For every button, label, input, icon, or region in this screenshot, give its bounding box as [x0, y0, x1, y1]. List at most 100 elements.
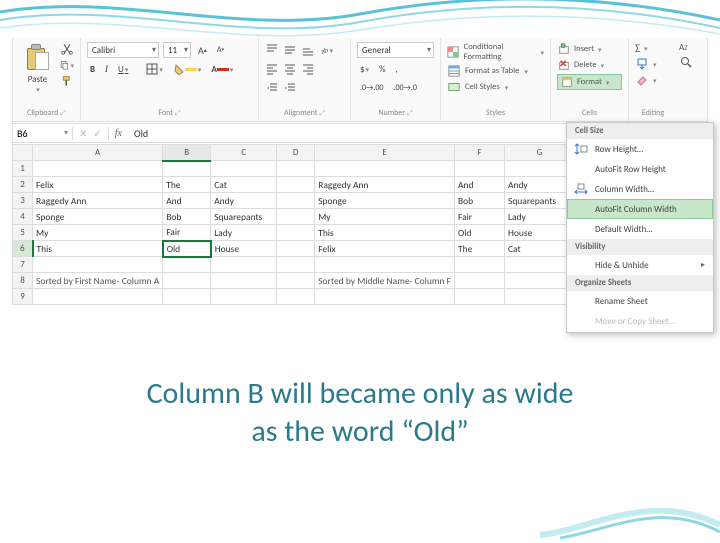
cell[interactable]	[504, 273, 574, 289]
cell[interactable]: Cat	[211, 177, 277, 193]
cell[interactable]	[277, 273, 315, 289]
cell[interactable]	[163, 273, 211, 289]
fx-label[interactable]: fx	[109, 128, 128, 139]
find-select-button[interactable]	[679, 55, 705, 69]
cell[interactable]: Lady	[211, 225, 277, 241]
row-header-8[interactable]: 8	[13, 273, 33, 289]
cell[interactable]	[33, 289, 163, 305]
format-painter-button[interactable]	[60, 74, 74, 88]
paste-button[interactable]: Paste ▾	[19, 42, 56, 94]
orientation-button[interactable]: ab▾	[319, 43, 333, 57]
align-middle-button[interactable]	[283, 43, 297, 57]
cell[interactable]	[33, 161, 163, 177]
cell[interactable]: Andy	[504, 177, 574, 193]
cell[interactable]: Cat	[504, 241, 574, 257]
italic-button[interactable]: I	[102, 62, 111, 76]
menu-item-column-width[interactable]: Column Width…	[567, 179, 713, 199]
column-header-A[interactable]: A	[33, 145, 163, 161]
autosum-button[interactable]: Σ▾	[635, 42, 671, 55]
row-header-6[interactable]: 6	[13, 241, 33, 257]
menu-item-row-height[interactable]: Row Height…	[567, 139, 713, 159]
font-color-button[interactable]: A▾	[208, 62, 236, 76]
cell[interactable]	[163, 289, 211, 305]
decrease-indent-button[interactable]	[265, 81, 279, 95]
cell[interactable]: House	[504, 225, 574, 241]
clear-button[interactable]: ▾	[635, 73, 671, 87]
align-center-button[interactable]	[283, 62, 297, 76]
row-header-3[interactable]: 3	[13, 193, 33, 209]
cell[interactable]	[504, 257, 574, 273]
menu-item-rename-sheet[interactable]: Rename Sheet	[567, 291, 713, 311]
cell[interactable]: House	[211, 241, 277, 257]
cell[interactable]: Felix	[315, 241, 455, 257]
cell[interactable]: And	[163, 193, 211, 209]
font-name-combo[interactable]: Calibri	[87, 42, 159, 58]
cell[interactable]	[277, 225, 315, 241]
align-right-button[interactable]	[301, 62, 315, 76]
name-box[interactable]: B6	[13, 127, 73, 140]
align-bottom-button[interactable]	[301, 43, 315, 57]
cell[interactable]: Old	[163, 241, 211, 257]
cell[interactable]	[277, 193, 315, 209]
cell[interactable]	[315, 289, 455, 305]
increase-decimal-button[interactable]: .0→.00	[357, 81, 386, 95]
select-all-corner[interactable]	[13, 145, 33, 161]
cell[interactable]	[211, 289, 277, 305]
sort-filter-button[interactable]: AZ	[679, 42, 705, 53]
cell[interactable]	[211, 257, 277, 273]
cell[interactable]: And	[454, 177, 504, 193]
row-header-5[interactable]: 5	[13, 225, 33, 241]
cell[interactable]	[277, 161, 315, 177]
font-size-combo[interactable]: 11	[163, 42, 191, 58]
bold-button[interactable]: B	[87, 62, 98, 76]
menu-item-autofit-column[interactable]: AutoFit Column Width	[567, 199, 713, 219]
cell[interactable]: Bob	[454, 193, 504, 209]
cell[interactable]: Sponge	[33, 209, 163, 225]
cut-button[interactable]	[60, 42, 74, 56]
cell[interactable]	[504, 289, 574, 305]
cell-styles-button[interactable]: Cell Styles▾	[447, 80, 544, 94]
column-header-G[interactable]: G	[504, 145, 574, 161]
cell[interactable]	[163, 257, 211, 273]
cancel-formula-button[interactable]: ✕	[79, 127, 87, 140]
fill-button[interactable]: ▾	[635, 57, 671, 71]
decrease-font-button[interactable]: A▾	[214, 43, 227, 57]
column-header-E[interactable]: E	[315, 145, 455, 161]
cell[interactable]	[454, 257, 504, 273]
conditional-formatting-button[interactable]: Conditional Formatting▾	[447, 42, 544, 62]
format-as-table-button[interactable]: Format as Table▾	[447, 64, 544, 78]
cell[interactable]: My	[315, 209, 455, 225]
menu-item-autofit-row[interactable]: AutoFit Row Height	[567, 159, 713, 179]
cell[interactable]	[315, 161, 455, 177]
underline-button[interactable]: U▾	[115, 62, 131, 76]
cell[interactable]	[277, 209, 315, 225]
align-top-button[interactable]	[265, 43, 279, 57]
increase-font-button[interactable]: A▴	[195, 43, 210, 57]
cell[interactable]: Bob	[163, 209, 211, 225]
cell[interactable]	[504, 161, 574, 177]
cell[interactable]	[33, 257, 163, 273]
borders-button[interactable]: ▾	[143, 62, 166, 76]
cell[interactable]	[277, 289, 315, 305]
enter-formula-button[interactable]: ✓	[93, 127, 101, 140]
column-header-C[interactable]: C	[211, 145, 277, 161]
cell[interactable]: Squarepants	[211, 209, 277, 225]
cell[interactable]	[277, 177, 315, 193]
cell[interactable]: This	[315, 225, 455, 241]
cell[interactable]: Andy	[211, 193, 277, 209]
cell[interactable]: The	[163, 177, 211, 193]
cell[interactable]	[277, 241, 315, 257]
menu-item-move-copy[interactable]: Move or Copy Sheet…	[567, 311, 713, 328]
number-format-combo[interactable]: General	[357, 42, 434, 58]
cell[interactable]: Felix	[33, 177, 163, 193]
paste-dropdown-caret[interactable]: ▾	[36, 85, 40, 94]
row-header-2[interactable]: 2	[13, 177, 33, 193]
copy-button[interactable]: ▾	[60, 58, 74, 72]
row-header-1[interactable]: 1	[13, 161, 33, 177]
cell[interactable]: My	[33, 225, 163, 241]
cell[interactable]: Lady	[504, 209, 574, 225]
cell[interactable]: Sponge	[315, 193, 455, 209]
format-cells-button[interactable]: Format▾	[557, 74, 622, 90]
row-header-4[interactable]: 4	[13, 209, 33, 225]
formula-value[interactable]: Old	[128, 127, 154, 140]
